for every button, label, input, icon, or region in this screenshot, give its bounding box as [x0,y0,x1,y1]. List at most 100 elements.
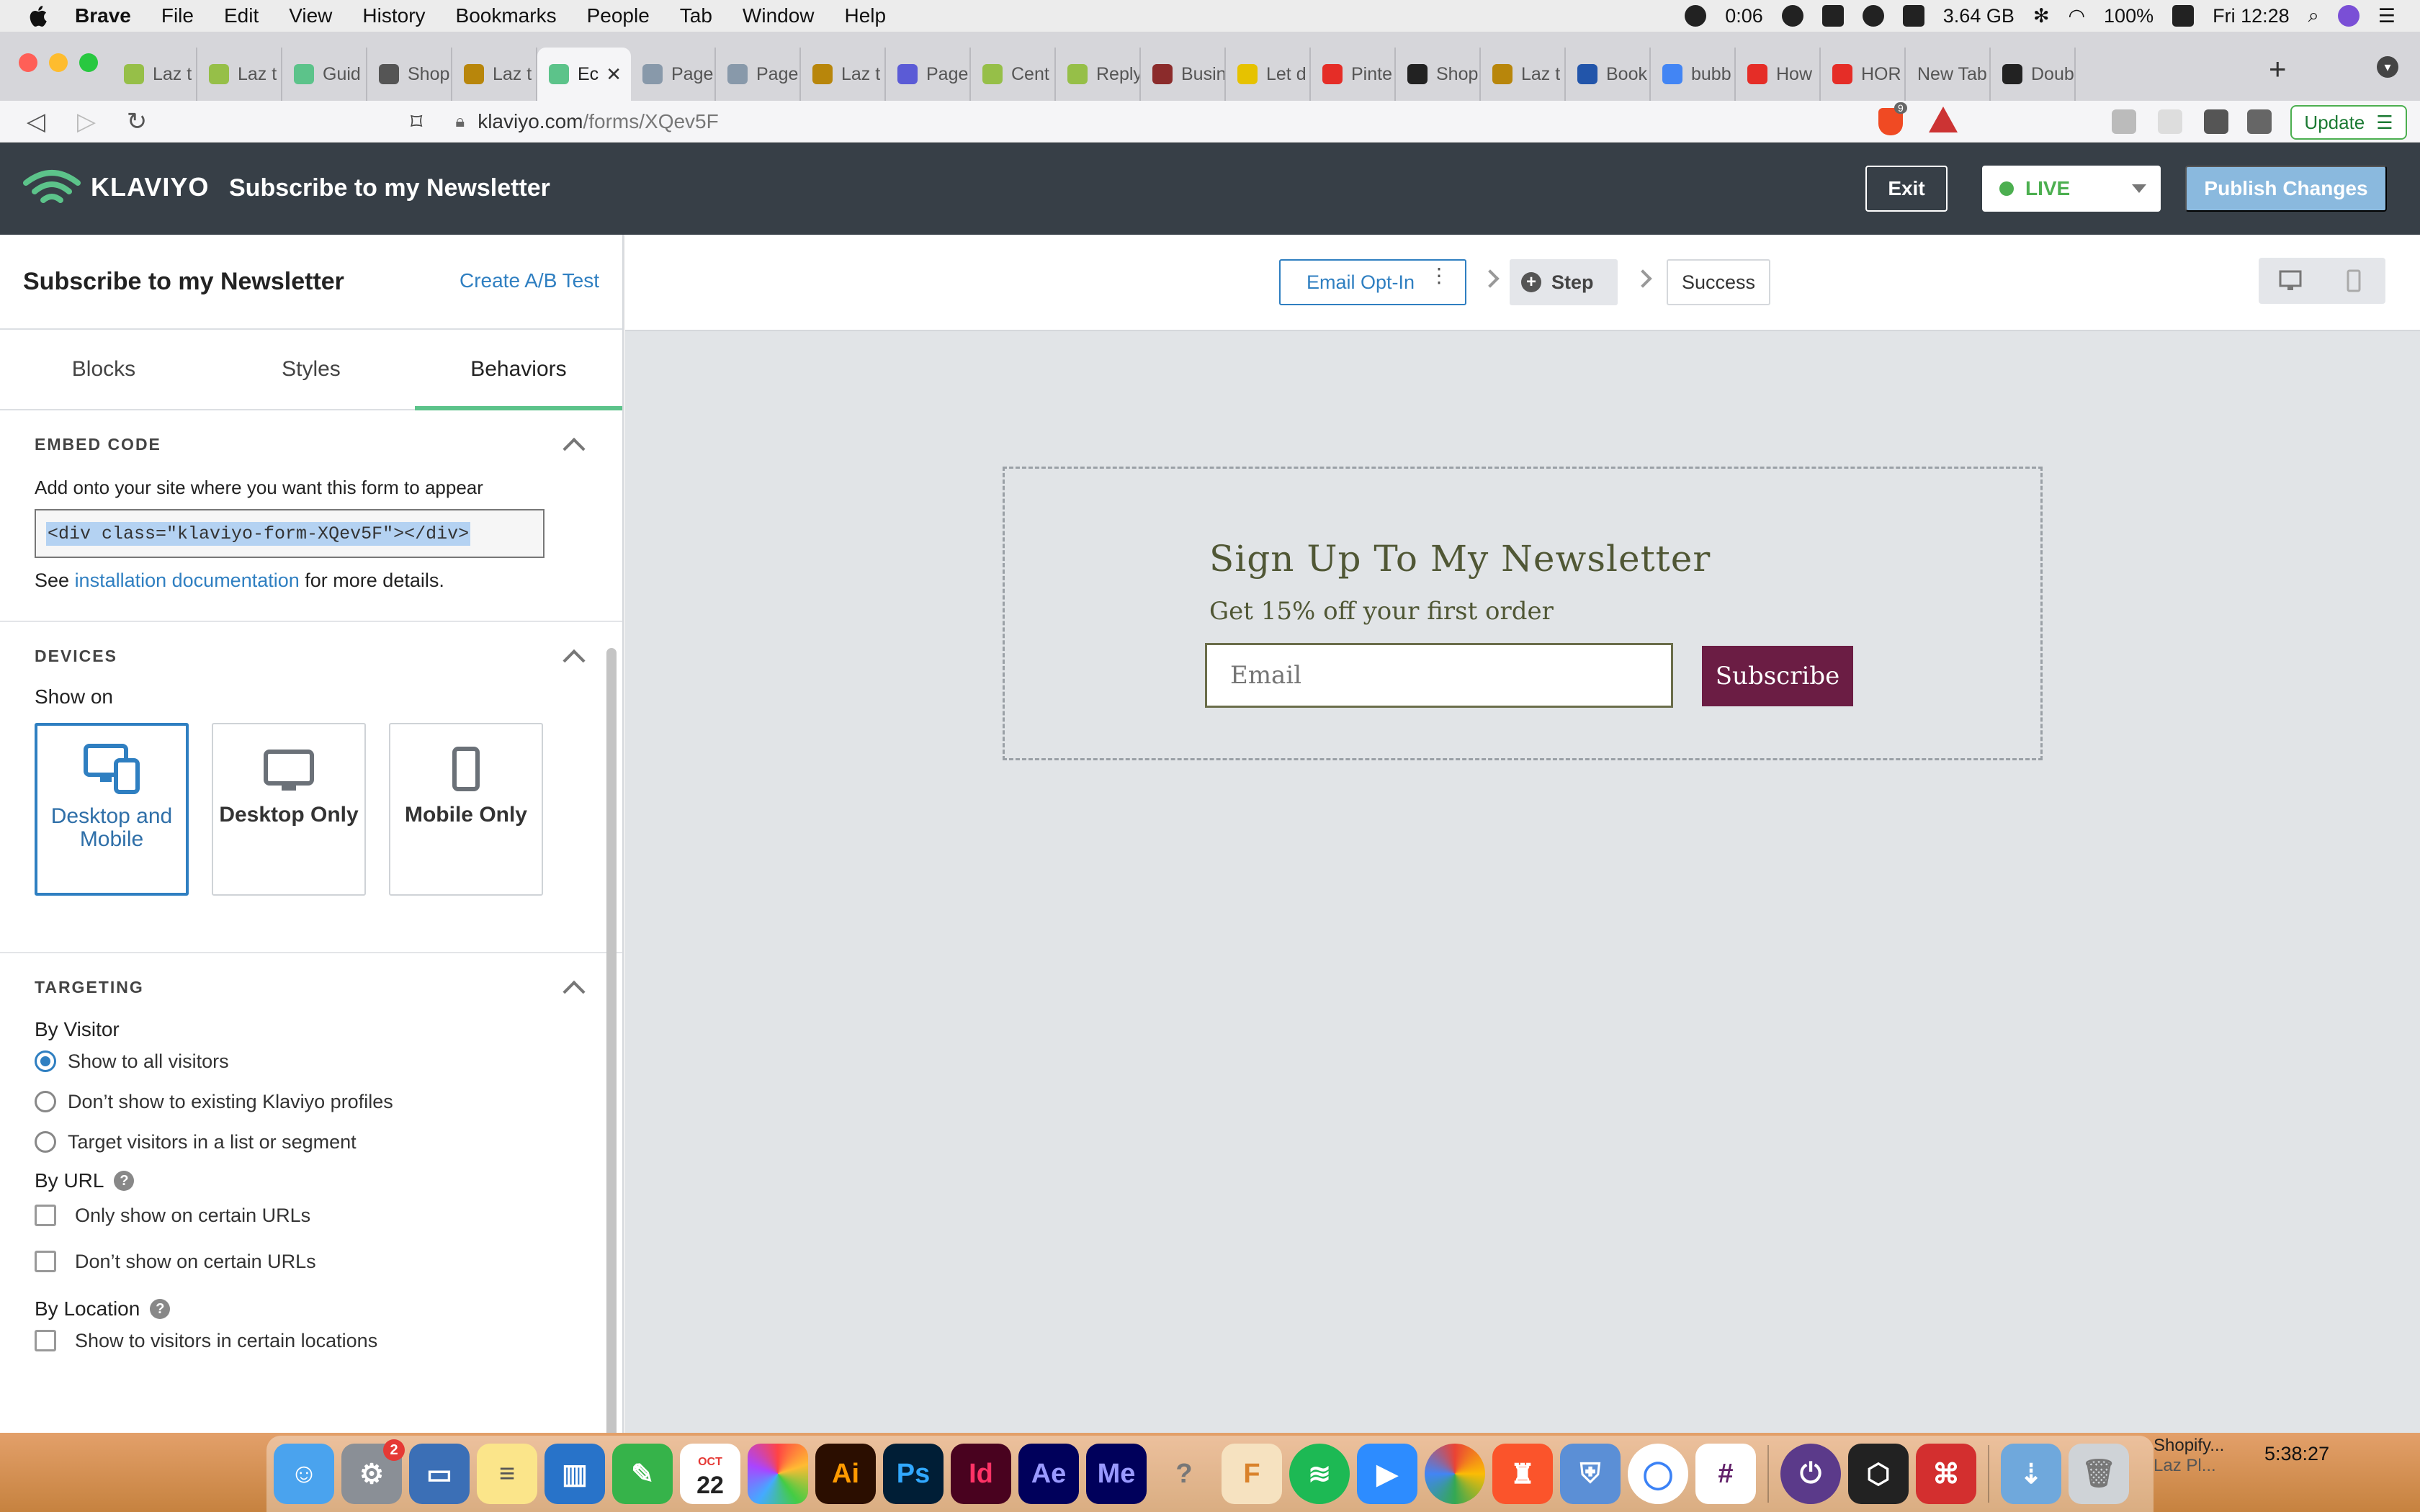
battery-icon[interactable] [2172,5,2195,27]
create-ab-test-link[interactable]: Create A/B Test [460,269,599,292]
downloads-folder-icon[interactable]: ⇣ [2001,1444,2061,1504]
calendar-icon[interactable]: OCT 22 [680,1444,740,1504]
checkbox-only-certain-urls[interactable]: Only show on certain URLs [35,1192,588,1238]
checkbox[interactable] [35,1330,56,1351]
indesign-icon[interactable]: Id [951,1444,1011,1504]
acrobat-icon[interactable]: ⌘ [1916,1444,1976,1504]
browser-tab[interactable]: Page [631,48,716,101]
browser-tab[interactable]: Page [886,48,971,101]
finder-icon[interactable]: ☺ [274,1444,334,1504]
wifi-icon[interactable]: ◠ [2068,5,2085,27]
chrome-icon[interactable] [1425,1444,1485,1504]
extension-icon[interactable] [2158,109,2182,134]
brave-icon[interactable]: ♜ [1492,1444,1553,1504]
browser-tab[interactable]: HOR [1821,48,1906,101]
browser-tab[interactable]: Laz t [197,48,282,101]
tab-blocks[interactable]: Blocks [0,330,207,409]
menu-people[interactable]: People [587,4,650,27]
embed-code-field[interactable]: <div class="klaviyo-form-XQev5F"></div> [35,509,544,558]
trello-icon[interactable]: ▥ [544,1444,605,1504]
stacked-notification[interactable]: Shopify... Laz Pl... [2154,1436,2224,1476]
mobile-preview-button[interactable] [2322,258,2385,304]
browser-tab[interactable]: Cent [971,48,1056,101]
creative-cloud-icon[interactable] [1781,5,1803,27]
new-tab-plus-icon[interactable]: + [2269,52,2287,86]
evernote-icon[interactable]: ✎ [612,1444,673,1504]
browser-tab[interactable]: bubb [1651,48,1736,101]
system-preferences-icon[interactable]: ⚙ 2 [341,1439,405,1504]
checkbox-exclude-certain-urls[interactable]: Don’t show on certain URLs [35,1238,588,1284]
back-arrow-icon[interactable]: ◁ [22,107,50,136]
installation-documentation-link[interactable]: installation documentation [75,570,300,591]
do-not-disturb-icon[interactable] [1862,5,1884,27]
browser-tab[interactable]: Laz t [452,48,537,101]
step-email-opt-in[interactable]: Email Opt-In ⋮ [1279,259,1466,305]
browser-tab[interactable]: Doub [1991,48,2076,101]
browser-tab[interactable]: Shop [1396,48,1481,101]
media-encoder-icon[interactable]: Me [1086,1444,1147,1504]
browser-tab[interactable]: Laz t [112,48,197,101]
browser-tab[interactable]: Let d [1226,48,1311,101]
illustrator-icon[interactable]: Ai [815,1444,876,1504]
spotify-icon[interactable]: ≋ [1289,1444,1350,1504]
menu-clock[interactable]: Fri 12:28 [2213,5,2290,27]
apple-menu-icon[interactable] [29,4,50,28]
sidebar-scrollbar[interactable] [606,648,617,1433]
radio-button[interactable] [35,1091,56,1112]
browser-tab[interactable]: Book [1566,48,1651,101]
radio-button[interactable] [35,1050,56,1072]
brave-rewards-icon[interactable] [1929,107,1958,132]
bluetooth-icon[interactable]: ✻ [2033,5,2050,27]
browser-tab[interactable]: Shop [367,48,452,101]
device-option-mobile-only[interactable]: Mobile Only [389,723,543,896]
browser-tab[interactable]: Reply [1056,48,1141,101]
zoom-icon[interactable]: ▶ [1357,1444,1417,1504]
exit-button[interactable]: Exit [1865,166,1948,212]
form-preview[interactable]: Sign Up To My Newsletter Get 15% off you… [1003,467,2043,760]
radio-target-list-or-segment[interactable]: Target visitors in a list or segment [35,1122,588,1162]
screen-sharing-icon[interactable]: ▭ [409,1444,470,1504]
kebab-menu-icon[interactable]: ⋮ [1429,266,1449,286]
status-dropdown[interactable]: LIVE [1982,166,2161,212]
screen-record-icon[interactable] [1821,5,1844,27]
menu-view[interactable]: View [289,4,332,27]
extension-icon[interactable] [2112,109,2136,134]
fontbase-icon[interactable]: F [1222,1444,1282,1504]
close-tab-icon[interactable]: ✕ [606,63,622,86]
device-option-desktop-and-mobile[interactable]: Desktop and Mobile [35,723,189,896]
menu-history[interactable]: History [362,4,425,27]
address-bar[interactable]: 🔒︎ klaviyo.com/forms/XQev5F [455,110,718,133]
radio-button[interactable] [35,1131,56,1153]
menu-file[interactable]: File [161,4,194,27]
menu-app-name[interactable]: Brave [75,4,131,27]
control-center-icon[interactable]: ☰ [2378,5,2396,27]
siri-icon[interactable] [2337,5,2360,27]
browser-tab[interactable]: Page [716,48,801,101]
radio-show-all-visitors[interactable]: Show to all visitors [35,1041,588,1081]
forward-arrow-icon[interactable]: ▷ [72,107,101,136]
reading-list-icon[interactable] [2247,109,2272,134]
memory-icon[interactable] [1902,5,1924,27]
notes-icon[interactable]: ≡ [477,1444,537,1504]
desktop-preview-button[interactable] [2259,258,2322,304]
close-window-button[interactable] [19,53,37,72]
device-option-desktop-only[interactable]: Desktop Only [212,723,366,896]
help-viewer-icon[interactable]: ? [1154,1444,1214,1504]
slack-icon[interactable]: # [1695,1444,1756,1504]
trash-icon[interactable]: 🗑︎ [2069,1444,2129,1504]
klaviyo-logo[interactable]: KLAVIYO [23,167,209,207]
unity-icon[interactable]: ⬡ [1848,1444,1909,1504]
checkbox[interactable] [35,1251,56,1272]
checkbox-certain-locations[interactable]: Show to visitors in certain locations [35,1320,588,1361]
browser-tab[interactable]: How [1736,48,1821,101]
tab-search-icon[interactable]: ▾ [2377,56,2398,78]
puzzle-extensions-icon[interactable] [2204,109,2228,134]
menu-window[interactable]: Window [743,4,815,27]
update-button[interactable]: Update ☰ [2290,105,2407,140]
checkbox[interactable] [35,1205,56,1226]
tab-behaviors[interactable]: Behaviors [414,330,622,410]
help-icon[interactable]: ? [114,1171,135,1191]
browser-tab[interactable]: Laz t [801,48,886,101]
browser-tab[interactable]: Guid [282,48,367,101]
radio-exclude-existing-profiles[interactable]: Don’t show to existing Klaviyo profiles [35,1081,588,1122]
